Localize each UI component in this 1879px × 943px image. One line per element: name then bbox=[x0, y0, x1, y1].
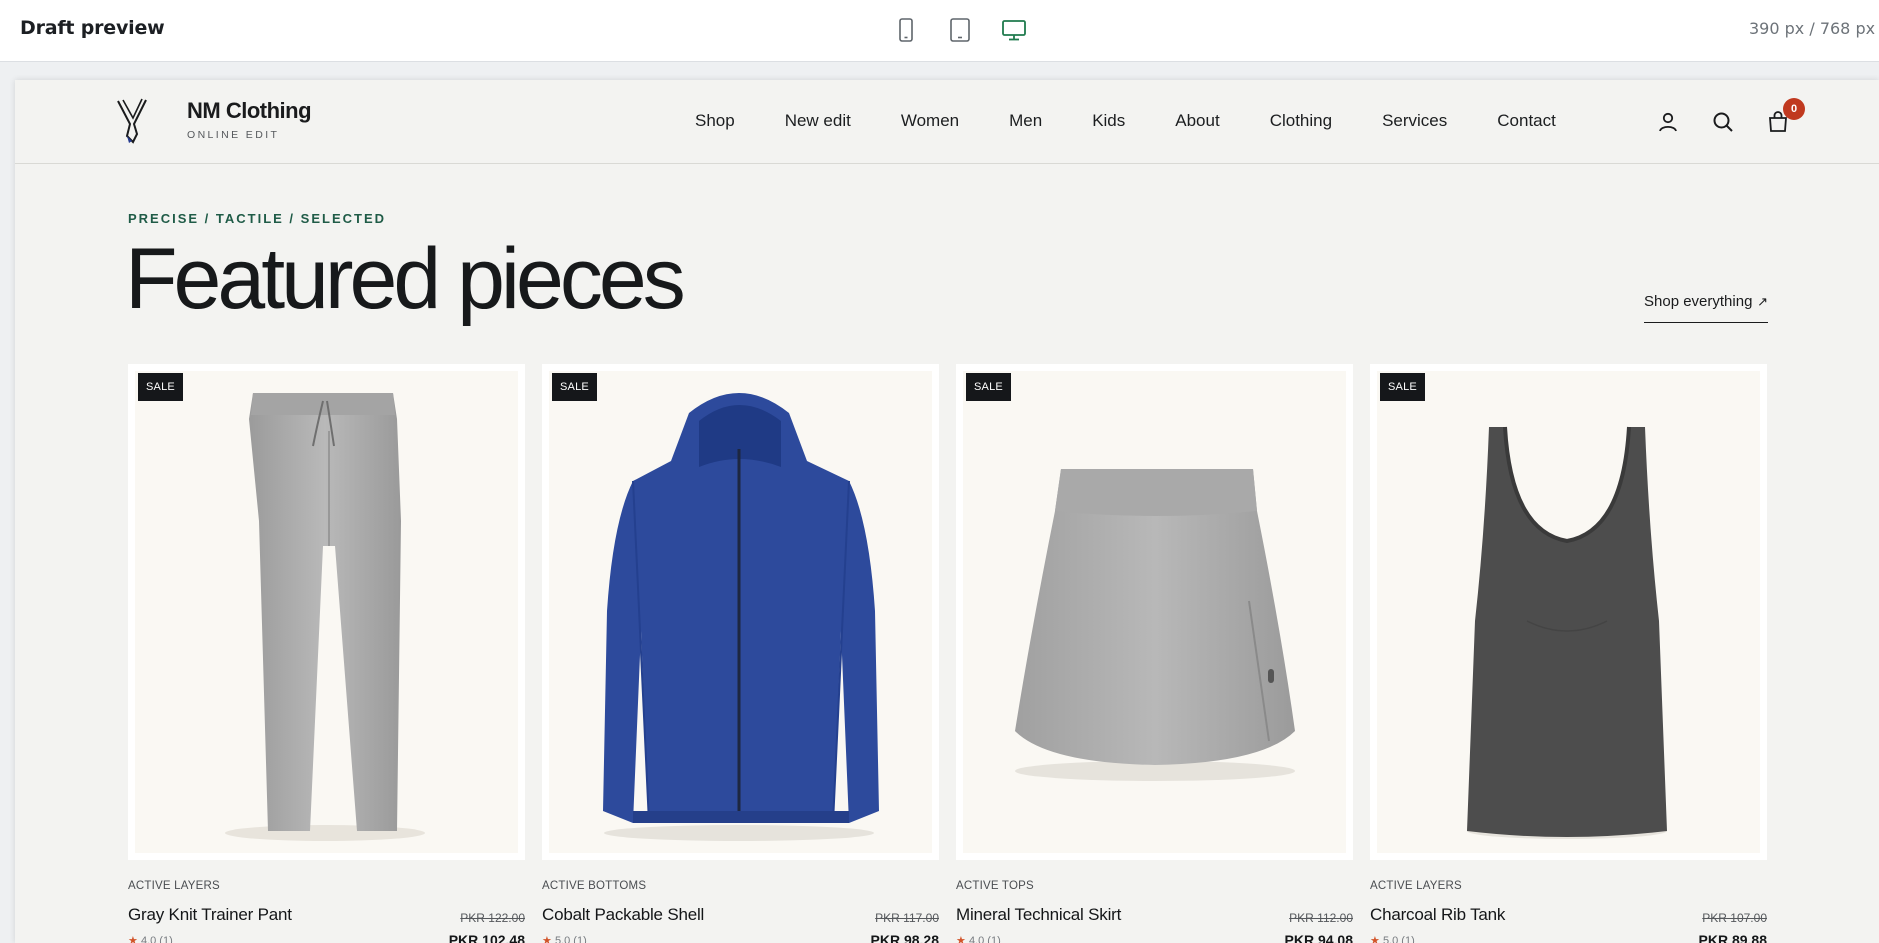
product-name[interactable]: Mineral Technical Skirt bbox=[956, 905, 1121, 925]
nav-new-edit[interactable]: New edit bbox=[785, 111, 851, 131]
preview-title: Draft preview bbox=[20, 17, 165, 39]
product-category: ACTIVE LAYERS bbox=[128, 880, 220, 892]
rating-value: 4.0 bbox=[140, 935, 157, 943]
product-category: ACTIVE LAYERS bbox=[1370, 880, 1462, 892]
product-rating: ★ 4.0 (1) bbox=[128, 934, 173, 943]
sale-price: PKR 102.48 bbox=[448, 932, 525, 943]
sale-price: PKR 94.08 bbox=[1284, 932, 1353, 943]
product-image[interactable]: SALE bbox=[128, 364, 525, 860]
nav-clothing[interactable]: Clothing bbox=[1270, 111, 1332, 131]
product-rating: ★ 5.0 (1) bbox=[542, 934, 587, 943]
original-price: PKR 117.00 bbox=[875, 911, 939, 925]
product-card[interactable]: SALE ACTIVE LAYERS Charcoal Rib Tank PKR… bbox=[1370, 364, 1767, 943]
star-icon: ★ bbox=[1370, 935, 1380, 943]
review-count: (1) bbox=[987, 935, 1001, 943]
product-name[interactable]: Cobalt Packable Shell bbox=[542, 905, 704, 925]
original-price: PKR 122.00 bbox=[460, 911, 525, 925]
sale-badge: SALE bbox=[552, 373, 597, 401]
product-category: ACTIVE TOPS bbox=[956, 880, 1034, 892]
sale-badge: SALE bbox=[1380, 373, 1425, 401]
shop-everything-link[interactable]: Shop everything ↗ bbox=[1644, 293, 1768, 323]
product-name[interactable]: Gray Knit Trainer Pant bbox=[128, 905, 292, 925]
tablet-view-button[interactable] bbox=[944, 14, 976, 46]
account-icon[interactable] bbox=[1656, 110, 1680, 134]
product-rating: ★ 4.0 (1) bbox=[956, 934, 1001, 943]
product-card[interactable]: SALE ACTIVE TOPS Mineral Technical Skirt… bbox=[956, 364, 1353, 943]
mobile-view-button[interactable] bbox=[890, 14, 922, 46]
product-name[interactable]: Charcoal Rib Tank bbox=[1370, 905, 1505, 925]
brand-tagline: ONLINE EDIT bbox=[187, 129, 280, 141]
product-card[interactable]: SALE ACTIVE BOTTOMS Cobalt Packable Shel… bbox=[542, 364, 939, 943]
section-headline: Featured pieces bbox=[125, 231, 686, 327]
preview-toolbar: Draft preview 390 px / 768 px / flu bbox=[0, 0, 1879, 62]
product-card[interactable]: SALE ACTIVE LAYERS Gray Knit Trainer Pan… bbox=[128, 364, 525, 943]
desktop-view-button[interactable] bbox=[998, 14, 1030, 46]
site-header: NM Clothing ONLINE EDIT Shop New edit Wo… bbox=[15, 80, 1879, 164]
rating-value: 5.0 bbox=[554, 935, 571, 943]
tablet-icon bbox=[950, 18, 970, 42]
desktop-icon bbox=[1002, 20, 1026, 41]
nav-contact[interactable]: Contact bbox=[1497, 111, 1556, 131]
nav-men[interactable]: Men bbox=[1009, 111, 1042, 131]
arrow-up-right-icon: ↗ bbox=[1757, 294, 1768, 309]
site-preview-frame: NM Clothing ONLINE EDIT Shop New edit Wo… bbox=[15, 80, 1879, 943]
charcoal-tank-image bbox=[1467, 426, 1667, 839]
star-icon: ★ bbox=[128, 935, 138, 943]
cart-count-badge: 0 bbox=[1783, 98, 1805, 120]
sale-badge: SALE bbox=[966, 373, 1011, 401]
original-price: PKR 112.00 bbox=[1289, 911, 1353, 925]
sale-price: PKR 89.88 bbox=[1698, 932, 1767, 943]
section-eyebrow: PRECISE / TACTILE / SELECTED bbox=[128, 211, 387, 226]
nav-about[interactable]: About bbox=[1175, 111, 1219, 131]
blue-jacket-image bbox=[603, 393, 879, 841]
main-nav: Shop New edit Women Men Kids About Cloth… bbox=[695, 111, 1556, 131]
product-rating: ★ 5.0 (1) bbox=[1370, 934, 1415, 943]
mobile-icon bbox=[899, 18, 913, 42]
shop-everything-label: Shop everything bbox=[1644, 293, 1753, 310]
device-switcher bbox=[890, 14, 1030, 46]
nav-services[interactable]: Services bbox=[1382, 111, 1447, 131]
product-image[interactable]: SALE bbox=[542, 364, 939, 860]
search-icon[interactable] bbox=[1711, 110, 1735, 134]
rating-value: 5.0 bbox=[1382, 935, 1399, 943]
star-icon: ★ bbox=[542, 935, 552, 943]
viewport-dimensions: 390 px / 768 px / flu bbox=[1749, 19, 1879, 38]
gray-pants-image bbox=[225, 393, 425, 841]
rating-value: 4.0 bbox=[968, 935, 985, 943]
gray-skirt-image bbox=[1015, 469, 1295, 781]
review-count: (1) bbox=[573, 935, 587, 943]
nav-shop[interactable]: Shop bbox=[695, 111, 735, 131]
original-price: PKR 107.00 bbox=[1702, 911, 1767, 925]
nav-kids[interactable]: Kids bbox=[1092, 111, 1125, 131]
brand-name[interactable]: NM Clothing bbox=[187, 98, 312, 124]
brand-logo-icon[interactable] bbox=[115, 96, 151, 146]
sale-price: PKR 98.28 bbox=[870, 932, 939, 943]
product-category: ACTIVE BOTTOMS bbox=[542, 880, 647, 892]
review-count: (1) bbox=[1401, 935, 1415, 943]
star-icon: ★ bbox=[956, 935, 966, 943]
nav-women[interactable]: Women bbox=[901, 111, 959, 131]
review-count: (1) bbox=[159, 935, 173, 943]
product-image[interactable]: SALE bbox=[956, 364, 1353, 860]
product-image[interactable]: SALE bbox=[1370, 364, 1767, 860]
sale-badge: SALE bbox=[138, 373, 183, 401]
